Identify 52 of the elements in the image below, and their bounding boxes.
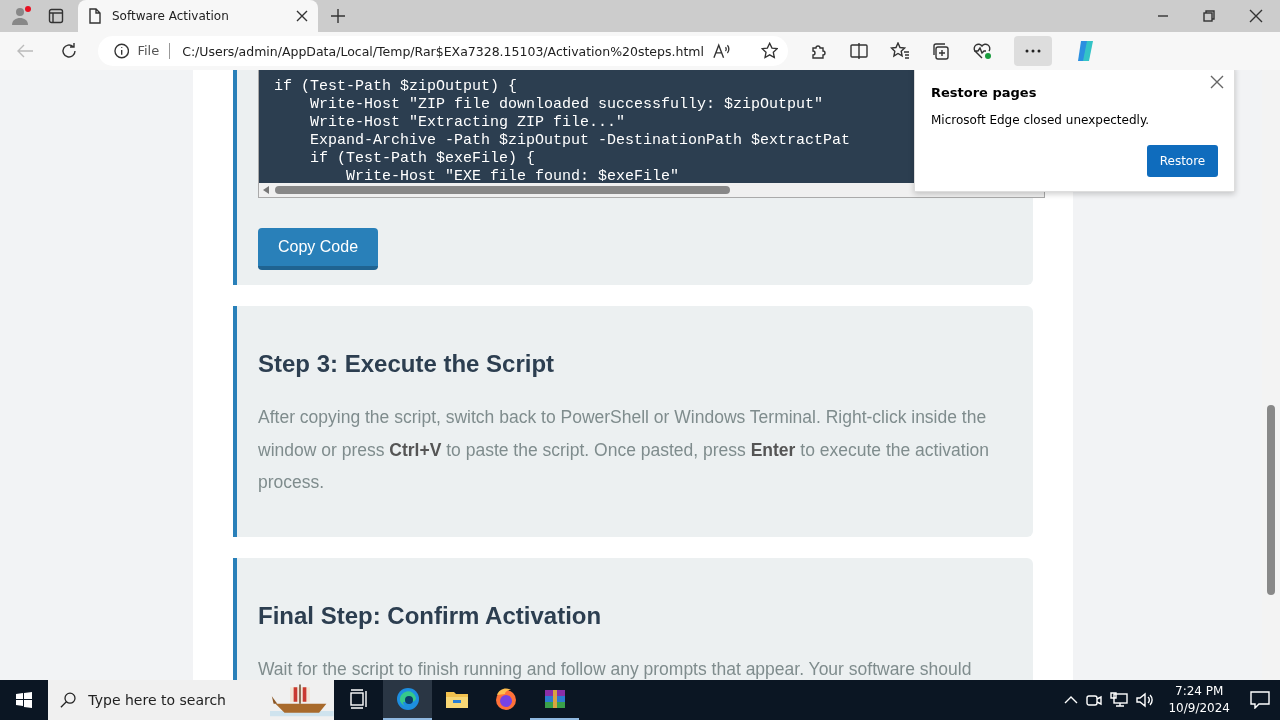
clock-time[interactable]: 7:24 PM: [1175, 683, 1224, 700]
search-bar[interactable]: Type here to search: [48, 680, 334, 720]
info-icon[interactable]: [114, 43, 130, 59]
restore-button[interactable]: Restore: [1147, 145, 1218, 177]
restore-icon[interactable]: [1203, 10, 1215, 22]
close-icon[interactable]: [296, 10, 308, 22]
code-line: Write-Host "ZIP file downloaded successfully: $zipOutput": [309, 96, 824, 114]
camera-icon[interactable]: [1086, 692, 1103, 708]
extensions-icon[interactable]: [810, 42, 828, 60]
more-icon: [1025, 49, 1041, 53]
new-tab-icon[interactable]: [330, 8, 346, 24]
scroll-left-icon[interactable]: [263, 186, 269, 194]
favorites-icon[interactable]: [890, 42, 910, 60]
taskbar-button[interactable]: [383, 680, 432, 720]
code-line: if (Test-Path $zipOutput) {: [274, 78, 518, 96]
windows-icon[interactable]: [16, 692, 32, 708]
refresh-icon[interactable]: [60, 42, 78, 60]
split-screen-icon[interactable]: [850, 42, 868, 60]
code-line: Write-Host "Extracting ZIP file...": [309, 114, 626, 132]
url-scheme: File: [137, 43, 171, 59]
popup-message: Microsoft Edge closed unexpectedly.: [931, 113, 1151, 127]
step-description: After copying the script, switch back to PowerShell or Windows Terminal. Right-click inside the window or press Ctrl+V to paste the script. Once pasted, press Enter to execute the activation process.: [258, 406, 990, 494]
favorite-icon[interactable]: [760, 42, 778, 60]
task-view-icon[interactable]: [348, 689, 369, 709]
search-icon: [60, 691, 77, 709]
copy-code-button[interactable]: Copy Code: [258, 228, 379, 270]
clock-date[interactable]: 10/9/2024: [1168, 700, 1230, 717]
folder-icon[interactable]: [444, 689, 469, 709]
health-icon[interactable]: [972, 42, 992, 60]
notifications-icon[interactable]: [1250, 691, 1270, 709]
code-line: Expand-Archive -Path $zipOutput -DestinationPath $extractPat: [309, 132, 851, 150]
code-line: Write-Host "EXE file found: $exeFile": [345, 168, 680, 183]
close-icon[interactable]: [1210, 75, 1224, 89]
code-line: if (Test-Path $exeFile) {: [309, 150, 536, 168]
page-icon: [88, 8, 102, 24]
tab-actions-icon[interactable]: [48, 8, 64, 24]
network-icon[interactable]: [1110, 692, 1129, 708]
chevron-up-icon[interactable]: [1064, 695, 1079, 705]
firefox-icon[interactable]: [493, 687, 518, 711]
profile-icon[interactable]: [10, 5, 32, 27]
step-description: Wait for the script to finish running and follow any prompts that appear. Your software should: [258, 657, 973, 680]
volume-icon[interactable]: [1136, 692, 1155, 708]
url-text[interactable]: C:/Users/admin/AppData/Local/Temp/Rar$EXa7328.15103/Activation%20steps.html: [182, 43, 704, 59]
read-aloud-icon[interactable]: [711, 43, 732, 59]
archive-icon[interactable]: [542, 687, 567, 711]
step-heading: Step 3: Execute the Script: [258, 350, 556, 378]
step-heading: Final Step: Confirm Activation: [258, 601, 603, 630]
popup-title: Restore pages: [931, 85, 1038, 100]
edge-icon[interactable]: [395, 687, 420, 711]
close-icon[interactable]: [1249, 9, 1263, 23]
collections-icon[interactable]: [932, 42, 950, 60]
search-input[interactable]: Type here to search: [86, 691, 261, 709]
